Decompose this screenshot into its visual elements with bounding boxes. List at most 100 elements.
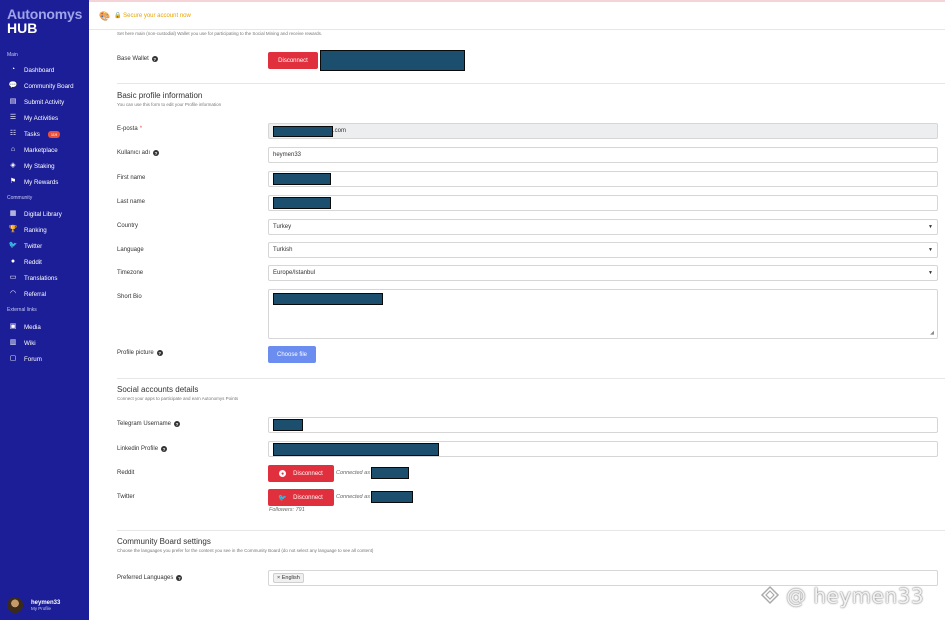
sidebar-item-media[interactable]: ▣ Media (9, 322, 87, 332)
social-section-title: Social accounts details (117, 385, 199, 394)
wallet-disconnect-button[interactable]: Disconnect (268, 52, 318, 69)
first-name-field[interactable] (268, 171, 938, 187)
chevron-down-icon: ▼ (928, 224, 933, 230)
sidebar-item-digital-library[interactable]: ▦ Digital Library (9, 209, 87, 219)
language-tag-english[interactable]: × English (273, 573, 304, 583)
tasks-icon: ☷ (9, 130, 17, 137)
resize-handle-icon[interactable]: ◢ (930, 330, 934, 336)
short-bio-textarea[interactable]: ◢ (268, 289, 938, 339)
translate-icon: ▭ (9, 274, 17, 281)
divider (117, 530, 945, 531)
profile-picture-label: Profile picture? (117, 350, 163, 356)
twitter-disconnect-button[interactable]: 🐦 Disconnect (268, 489, 334, 506)
sidebar-item-dashboard[interactable]: ◔ Dashboard (9, 65, 87, 75)
email-field[interactable]: .com (268, 123, 938, 139)
user-name: heymen33 (31, 599, 61, 606)
sidebar-item-my-activities[interactable]: ☰ My Activities (9, 113, 87, 123)
basic-section-hint: You can use this form to edit your Profi… (117, 102, 222, 107)
linkedin-field[interactable] (268, 441, 938, 457)
help-icon[interactable]: ? (161, 446, 168, 452)
watermark-logo-icon (760, 585, 780, 605)
reddit-connected-status: Connected as (336, 467, 410, 479)
redacted-last-name (273, 197, 331, 209)
sidebar-item-my-staking[interactable]: ◈ My Staking (9, 161, 87, 171)
username-value: heymen33 (273, 152, 302, 158)
logo-text-bottom: HUB (7, 20, 38, 36)
sidebar-section-community: Community (7, 195, 33, 201)
help-icon[interactable]: ? (174, 421, 181, 427)
sidebar-item-twitter[interactable]: 🐦 Twitter (9, 241, 87, 251)
preferred-languages-label: Preferred Languages? (117, 575, 183, 581)
sidebar-item-referral[interactable]: ◠ Referral (9, 289, 87, 299)
profile-picture-label-text: Profile picture (117, 350, 154, 356)
trophy-icon: 🏆 (8, 226, 18, 233)
remove-tag-icon[interactable]: × (277, 575, 280, 581)
user-profile-link[interactable]: My Profile (31, 606, 60, 611)
divider (117, 83, 945, 84)
avatar (7, 597, 23, 613)
username-field[interactable]: heymen33 (268, 147, 938, 163)
palette-icon[interactable]: 🎨 (99, 11, 110, 22)
sidebar: Autonomys HUB Main ◔ Dashboard 💬 Community… (0, 0, 89, 620)
required-mark: * (139, 126, 143, 132)
tasks-count-badge: 119 (47, 130, 61, 138)
twitter-connected-text: Connected as (336, 494, 370, 500)
country-label: Country (117, 223, 139, 229)
store-icon: ⌂ (10, 146, 16, 153)
logo[interactable]: Autonomys HUB (7, 7, 82, 35)
timezone-select[interactable]: Europe/Istanbul ▼ (268, 265, 938, 281)
help-icon[interactable]: ? (153, 150, 160, 156)
timezone-label: Timezone (117, 270, 144, 276)
base-wallet-label-text: Base Wallet (117, 56, 149, 62)
last-name-field[interactable] (268, 195, 938, 211)
telegram-field[interactable] (268, 417, 938, 433)
sidebar-item-forum[interactable]: ▢ Forum (9, 354, 87, 364)
sidebar-item-my-rewards[interactable]: ⚑ My Rewards (9, 177, 87, 187)
sidebar-item-label: Dashboard (24, 66, 55, 74)
choose-file-button[interactable]: Choose file (268, 346, 316, 363)
twitter-icon: 🐦 (278, 494, 288, 502)
sidebar-item-label: Digital Library (24, 210, 62, 218)
help-icon[interactable]: ? (176, 575, 183, 581)
sidebar-item-label: Twitter (24, 242, 43, 250)
email-label-text: E-posta (117, 126, 138, 132)
sidebar-item-ranking[interactable]: 🏆 Ranking (9, 225, 87, 235)
secure-account-link[interactable]: 🔒 Secure your account now (114, 12, 191, 19)
sidebar-item-community-board[interactable]: 💬 Community Board (9, 81, 87, 91)
preferred-languages-label-text: Preferred Languages (117, 575, 174, 581)
reddit-icon: ● (279, 470, 287, 477)
sidebar-item-reddit[interactable]: ● Reddit (9, 257, 87, 267)
sidebar-section-main: Main (7, 52, 18, 58)
sidebar-item-translations[interactable]: ▭ Translations (9, 273, 87, 283)
chat-icon: 💬 (8, 82, 18, 89)
user-profile[interactable]: heymen33 My Profile (7, 597, 60, 613)
sidebar-item-label: Ranking (24, 226, 47, 234)
sidebar-item-tasks[interactable]: ☷ Tasks 119 (9, 129, 87, 139)
sidebar-item-marketplace[interactable]: ⌂ Marketplace (9, 145, 87, 155)
reddit-disconnect-label: Disconnect (293, 470, 323, 477)
language-tag-label: English (281, 575, 300, 581)
logo-text-top: Autonomys (7, 6, 83, 22)
timezone-value: Europe/Istanbul (273, 270, 316, 276)
help-icon[interactable]: ? (156, 350, 163, 356)
sidebar-item-label: Referral (24, 290, 47, 298)
twitter-disconnect-label: Disconnect (293, 494, 323, 501)
rss-icon: ◠ (9, 290, 17, 297)
divider (117, 378, 945, 379)
profile-form: Set here main (non-custodial) Wallet you… (89, 30, 945, 620)
help-icon[interactable]: ? (151, 56, 158, 62)
country-select[interactable]: Turkey ▼ (268, 219, 938, 235)
sidebar-item-label: My Rewards (24, 178, 59, 186)
sidebar-item-submit-activity[interactable]: ▤ Submit Activity (9, 97, 87, 107)
community-section-title: Community Board settings (117, 537, 211, 546)
redacted-first-name (273, 173, 331, 185)
sidebar-section-external: External links (7, 307, 37, 313)
redacted-telegram (273, 419, 303, 431)
reddit-connected-text: Connected as (336, 470, 370, 476)
last-name-label: Last name (117, 199, 146, 205)
chevron-down-icon: ▼ (928, 270, 933, 276)
language-select[interactable]: Turkish ▼ (268, 242, 938, 258)
reddit-disconnect-button[interactable]: ● Disconnect (268, 465, 334, 482)
sidebar-item-wiki[interactable]: ▥ Wiki (9, 338, 87, 348)
redacted-reddit-user (371, 467, 410, 479)
